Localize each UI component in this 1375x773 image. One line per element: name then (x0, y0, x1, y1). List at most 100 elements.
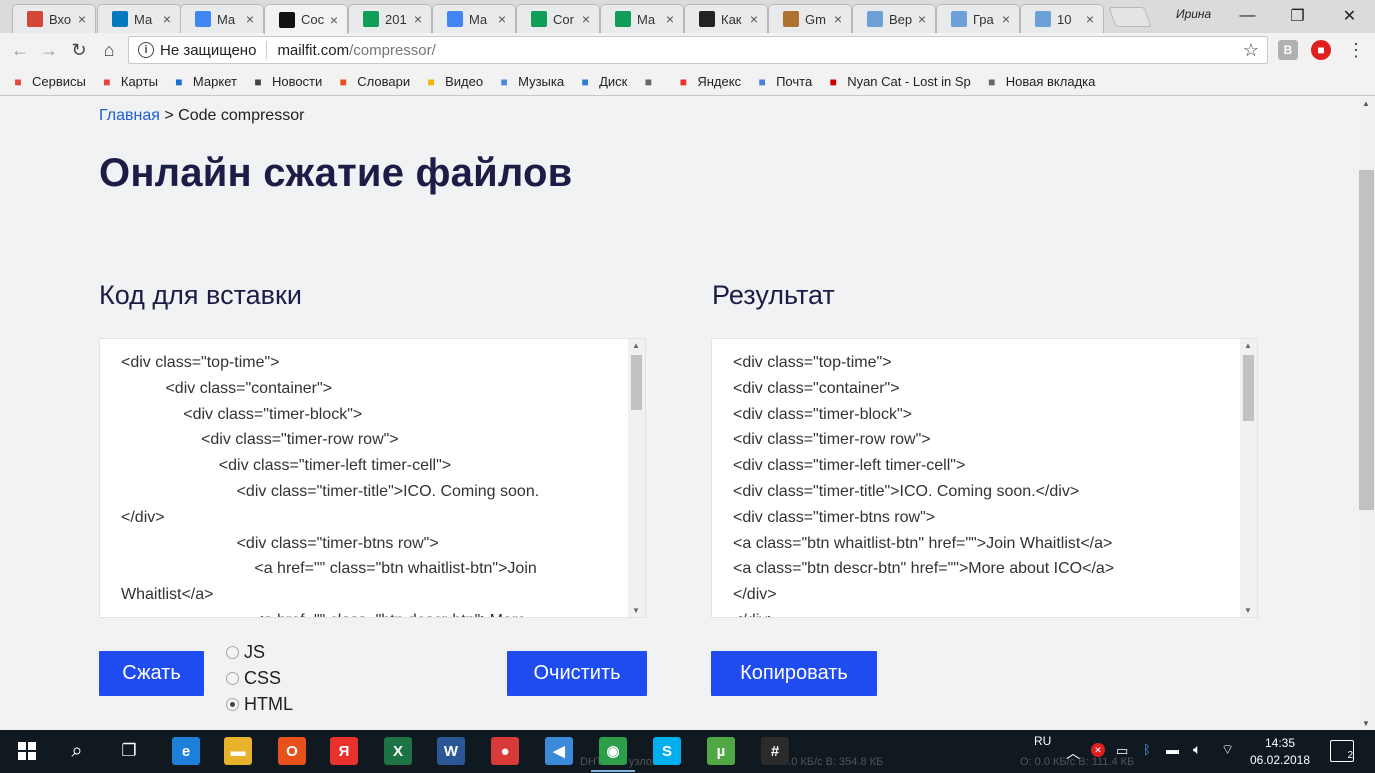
browser-tab[interactable]: Как × (684, 4, 768, 33)
scroll-down-arrow-icon[interactable]: ▼ (632, 606, 640, 615)
bookmark-star-icon[interactable]: ☆ (1243, 40, 1259, 61)
bookmark-item[interactable]: ■ (640, 74, 662, 90)
chrome-icon[interactable]: ◉ (591, 737, 635, 772)
media-player-icon[interactable]: ◀ (545, 737, 573, 765)
browser-tab[interactable]: Гра × (936, 4, 1020, 33)
input-language-indicator[interactable]: RU (1034, 734, 1051, 748)
task-view-icon[interactable]: ❐ (115, 737, 143, 765)
home-icon[interactable]: ⌂ (97, 38, 121, 62)
scroll-down-arrow-icon[interactable]: ▼ (1244, 606, 1252, 615)
back-icon[interactable]: ← (8, 38, 32, 62)
tab-close-icon[interactable]: × (747, 11, 761, 27)
page-scroll-up-icon[interactable]: ▲ (1362, 99, 1370, 108)
volume-icon[interactable]: 🔈︎ (1193, 741, 1201, 758)
tab-close-icon[interactable]: × (999, 11, 1013, 27)
tab-close-icon[interactable]: × (915, 11, 929, 27)
browser-tab[interactable]: Вер × (852, 4, 936, 33)
result-scroll-thumb[interactable] (1243, 355, 1254, 421)
slack-icon[interactable]: # (761, 737, 789, 765)
browser-tab[interactable]: 10 × (1020, 4, 1104, 33)
browser-tab[interactable]: Cor × (516, 4, 600, 33)
bookmark-item[interactable]: ■ Новости (250, 74, 322, 90)
language-radio-html[interactable]: HTML (226, 691, 293, 717)
tab-close-icon[interactable]: × (579, 11, 593, 27)
tab-close-icon[interactable]: × (663, 11, 677, 27)
radio-button[interactable] (226, 645, 239, 659)
word-icon[interactable]: W (437, 737, 465, 765)
tab-close-icon[interactable]: × (160, 11, 174, 27)
system-clock[interactable]: 14:35 06.02.2018 (1244, 735, 1316, 769)
language-radio-js[interactable]: JS (226, 639, 293, 665)
restore-icon[interactable]: ❐ (1275, 0, 1320, 31)
bookmark-item[interactable]: ■ Почта (754, 74, 812, 90)
minimize-icon[interactable]: — (1225, 0, 1270, 31)
bookmark-item[interactable]: ■ Яндекс (675, 74, 741, 90)
bookmark-item[interactable]: ■ Диск (577, 74, 627, 90)
bookmark-item[interactable]: ■ Сервисы (10, 74, 86, 90)
result-code-text[interactable]: <div class="top-time"> <div class="conta… (733, 350, 1223, 617)
vk-extension-icon[interactable]: B (1278, 40, 1298, 60)
tab-close-icon[interactable]: × (243, 11, 257, 27)
paint-icon[interactable]: ● (491, 737, 519, 765)
battery-icon[interactable]: ▬ (1166, 742, 1179, 757)
input-code-text[interactable]: <div class="top-time"> <div class="conta… (121, 350, 611, 617)
bluetooth-icon[interactable]: ᛒ (1143, 742, 1151, 757)
tab-close-icon[interactable]: × (75, 11, 89, 27)
bookmark-item[interactable]: ■ Новая вкладка (984, 74, 1095, 90)
adblock-extension-icon[interactable]: ■ (1311, 40, 1331, 60)
clear-button[interactable]: Очистить (507, 651, 647, 696)
info-icon[interactable]: i (138, 42, 154, 58)
browser-tab[interactable]: 201 × (348, 4, 432, 33)
network-tray-icon[interactable]: ▭ (1116, 743, 1128, 759)
bookmark-item[interactable]: ■ Музыка (496, 74, 564, 90)
result-code-textarea[interactable]: <div class="top-time"> <div class="conta… (711, 338, 1258, 618)
browser-tab[interactable]: Ma × (600, 4, 684, 33)
bookmark-item[interactable]: ■ Словари (335, 74, 410, 90)
address-bar[interactable]: i Не защищено mailfit.com/compressor/ ☆ (128, 36, 1268, 64)
browser-tab[interactable]: Ma × (432, 4, 516, 33)
profile-name[interactable]: Ирина (1176, 7, 1211, 21)
input-scroll-thumb[interactable] (631, 355, 642, 410)
result-scrollbar[interactable]: ▲ ▼ (1240, 339, 1257, 617)
windows-start-icon[interactable] (13, 737, 41, 765)
search-icon[interactable]: ⌕ (63, 737, 91, 765)
reload-icon[interactable]: ↻ (67, 38, 91, 62)
wifi-icon[interactable]: ⌔ (1221, 741, 1234, 759)
browser-tab[interactable]: Вхо × (12, 4, 96, 33)
new-tab-button[interactable] (1108, 7, 1152, 27)
tab-close-icon[interactable]: × (327, 12, 341, 28)
office-icon[interactable]: O (278, 737, 306, 765)
page-scroll-down-icon[interactable]: ▼ (1362, 719, 1370, 728)
yandex-browser-icon[interactable]: Я (330, 737, 358, 765)
menu-icon[interactable]: ⋮ (1344, 38, 1368, 62)
input-scrollbar[interactable]: ▲ ▼ (628, 339, 645, 617)
tab-close-icon[interactable]: × (1083, 11, 1097, 27)
skype-icon[interactable]: S (653, 737, 681, 765)
tab-close-icon[interactable]: × (831, 11, 845, 27)
tab-close-icon[interactable]: × (411, 11, 425, 27)
antivirus-tray-icon[interactable]: ✕ (1091, 743, 1105, 757)
edge-icon[interactable]: e (172, 737, 200, 765)
radio-button[interactable] (226, 697, 239, 711)
copy-button[interactable]: Копировать (711, 651, 877, 696)
action-center-icon[interactable]: 2 (1330, 740, 1354, 762)
scroll-up-arrow-icon[interactable]: ▲ (632, 341, 640, 350)
forward-icon[interactable]: → (37, 38, 61, 62)
close-window-icon[interactable]: ✕ (1327, 0, 1372, 31)
bookmark-item[interactable]: ■ Маркет (171, 74, 237, 90)
file-explorer-icon[interactable]: ▬ (224, 737, 252, 765)
compress-button[interactable]: Сжать (99, 651, 204, 696)
utorrent-icon[interactable]: µ (707, 737, 735, 765)
tab-close-icon[interactable]: × (495, 11, 509, 27)
input-code-textarea[interactable]: <div class="top-time"> <div class="conta… (99, 338, 646, 618)
page-scrollbar[interactable]: ▲ ▼ (1358, 97, 1375, 730)
page-scroll-thumb[interactable] (1359, 170, 1374, 510)
breadcrumb-home-link[interactable]: Главная (99, 107, 160, 124)
browser-tab[interactable]: Coc × (264, 4, 348, 34)
excel-icon[interactable]: X (384, 737, 412, 765)
browser-tab[interactable]: Ma × (180, 4, 264, 33)
language-radio-css[interactable]: CSS (226, 665, 293, 691)
radio-button[interactable] (226, 671, 239, 685)
browser-tab[interactable]: Ма × (97, 4, 181, 33)
scroll-up-arrow-icon[interactable]: ▲ (1244, 341, 1252, 350)
